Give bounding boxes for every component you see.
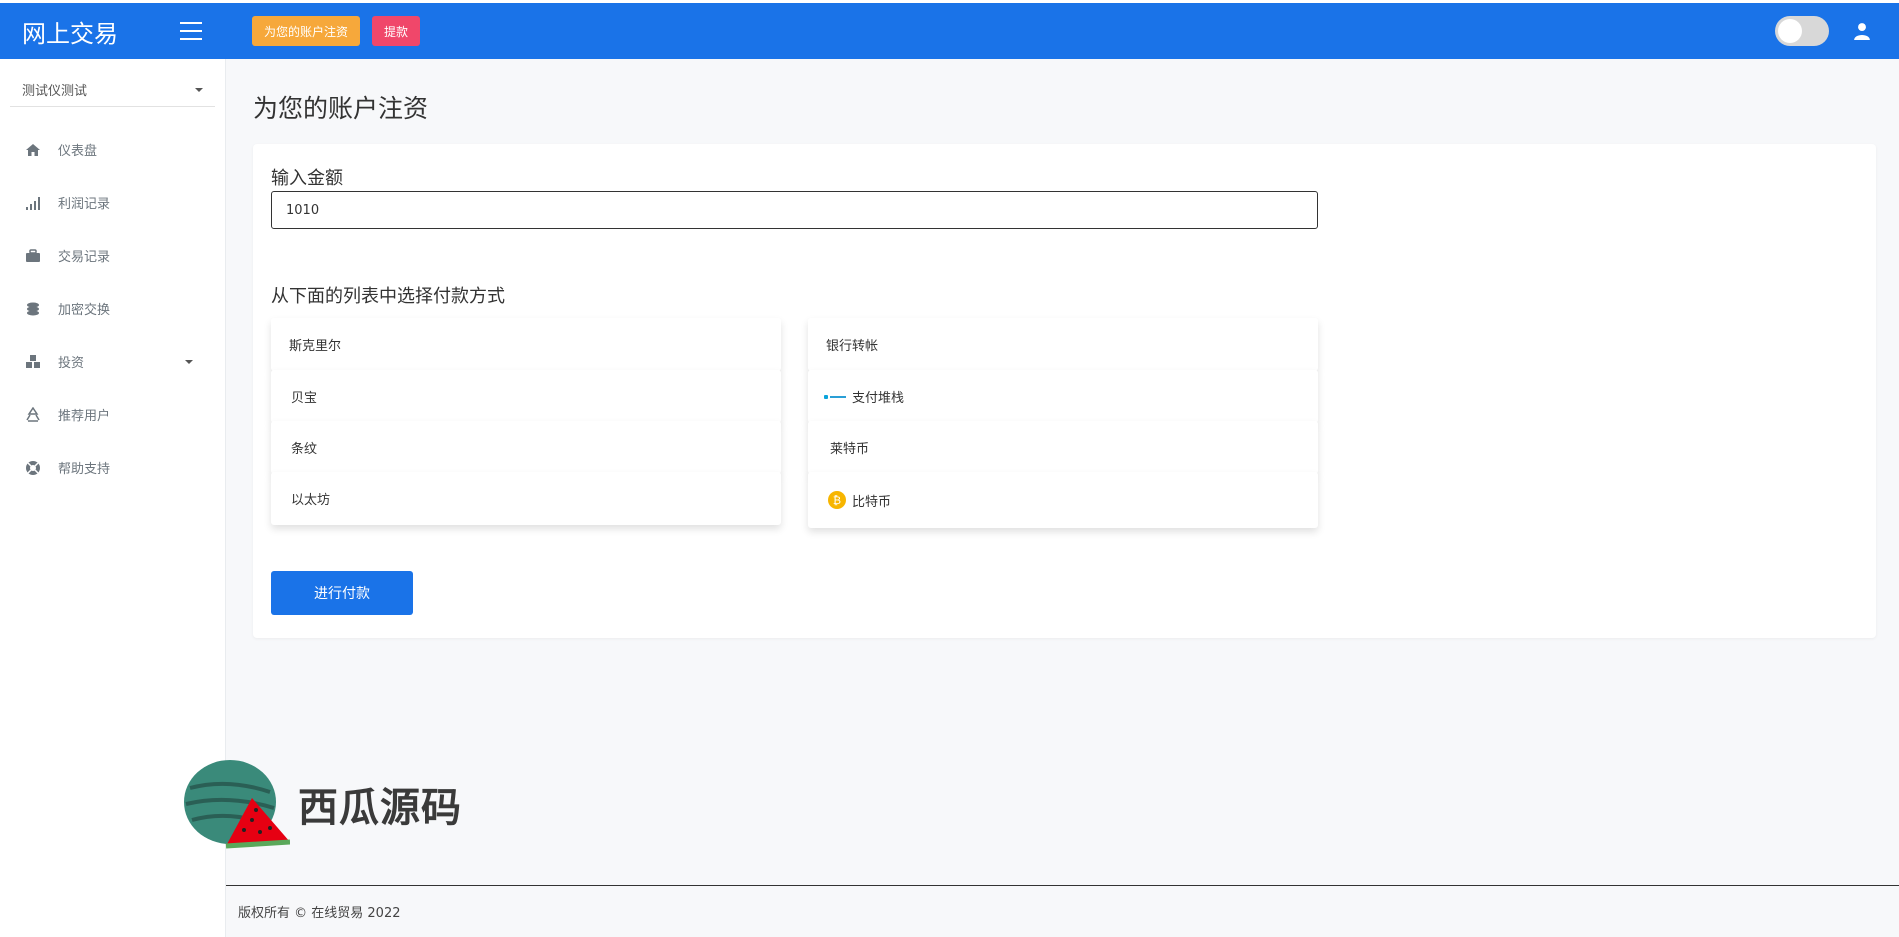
brand: 网上交易 bbox=[0, 3, 226, 59]
user-icon[interactable] bbox=[1853, 22, 1871, 40]
payment-option-paystack[interactable]: 支付堆栈 bbox=[808, 370, 1318, 423]
sidebar-item-label: 加密交换 bbox=[58, 303, 111, 318]
amount-input[interactable] bbox=[271, 191, 1318, 229]
sidebar-item-crypto-exchange[interactable]: 加密交换 bbox=[0, 282, 225, 335]
payment-option-bitcoin[interactable]: ₿ 比特币 bbox=[808, 472, 1318, 528]
sidebar-item-transactions[interactable]: 交易记录 bbox=[0, 229, 225, 282]
copyright-text: 版权所有 © 在线贸易 2022 bbox=[238, 906, 401, 921]
signal-bars-icon bbox=[24, 194, 42, 212]
footer: 版权所有 © 在线贸易 2022 bbox=[226, 885, 1899, 937]
deposit-card: 输入金额 从下面的列表中选择付款方式 斯克里尔 贝宝 条纹 以太坊 银行转帐 支… bbox=[253, 144, 1876, 638]
sidebar-item-label: 帮助支持 bbox=[58, 462, 111, 477]
payment-option-label: 贝宝 bbox=[291, 391, 318, 406]
watermark-text: 西瓜源码 bbox=[298, 785, 462, 831]
sidebar-item-investment[interactable]: 投资 bbox=[0, 335, 225, 388]
brand-title[interactable]: 网上交易 bbox=[22, 14, 118, 49]
payment-method-label: 从下面的列表中选择付款方式 bbox=[271, 286, 505, 307]
watermelon-logo-icon bbox=[184, 760, 290, 849]
payment-option-label: 银行转帐 bbox=[826, 339, 879, 354]
payment-option-stripe[interactable]: 条纹 bbox=[271, 421, 781, 474]
bitcoin-icon: ₿ bbox=[828, 491, 846, 509]
chevron-down-icon bbox=[195, 87, 203, 92]
paystack-logo-icon bbox=[824, 394, 846, 400]
sidebar-item-label: 交易记录 bbox=[58, 250, 111, 265]
payment-option-paypal[interactable]: 贝宝 bbox=[271, 370, 781, 423]
payment-option-label: 斯克里尔 bbox=[289, 339, 342, 354]
amount-label: 输入金额 bbox=[271, 168, 343, 189]
payment-option-label: 条纹 bbox=[291, 442, 318, 457]
briefcase-icon bbox=[24, 247, 42, 265]
sidebar-item-dashboard[interactable]: 仪表盘 bbox=[0, 123, 225, 176]
account-switcher[interactable]: 测试仪测试 bbox=[10, 73, 215, 107]
payment-option-litecoin[interactable]: 莱特币 bbox=[808, 421, 1318, 474]
payment-option-label: 比特币 bbox=[852, 494, 892, 510]
payment-option-bank-transfer[interactable]: 银行转帐 bbox=[808, 318, 1318, 371]
main-content: 为您的账户注资 输入金额 从下面的列表中选择付款方式 斯克里尔 贝宝 条纹 以太… bbox=[226, 59, 1899, 885]
account-name: 测试仪测试 bbox=[22, 84, 88, 99]
watermark: 西瓜源码 bbox=[178, 758, 462, 850]
page-title: 为您的账户注资 bbox=[253, 94, 429, 123]
withdraw-button[interactable]: 提款 bbox=[372, 16, 421, 46]
sidebar-menu: 仪表盘 利润记录 交易记录 加密交换 投资 推荐用户 帮助支持 bbox=[0, 123, 225, 494]
deposit-button[interactable]: 为您的账户注资 bbox=[252, 16, 361, 46]
hamburger-menu-icon[interactable] bbox=[180, 22, 202, 40]
home-icon bbox=[24, 141, 42, 159]
sidebar-item-support[interactable]: 帮助支持 bbox=[0, 441, 225, 494]
payment-option-skrill[interactable]: 斯克里尔 bbox=[271, 318, 781, 371]
payment-option-label: 支付堆栈 bbox=[852, 391, 905, 406]
lifebuoy-icon bbox=[24, 459, 42, 477]
sidebar-item-referrals[interactable]: 推荐用户 bbox=[0, 388, 225, 441]
payment-option-ethereum[interactable]: 以太坊 bbox=[271, 472, 781, 525]
theme-toggle[interactable] bbox=[1775, 16, 1829, 46]
recycle-icon bbox=[24, 406, 42, 424]
sidebar-item-profit-records[interactable]: 利润记录 bbox=[0, 176, 225, 229]
sidebar-item-label: 仪表盘 bbox=[58, 144, 98, 159]
svg-text:₿: ₿ bbox=[833, 494, 841, 507]
chevron-down-icon bbox=[185, 359, 193, 364]
coins-icon bbox=[24, 300, 42, 318]
sidebar-item-label: 推荐用户 bbox=[58, 409, 111, 424]
payment-option-label: 以太坊 bbox=[291, 493, 331, 508]
cubes-icon bbox=[24, 353, 42, 371]
top-navbar: 网上交易 为您的账户注资 提款 bbox=[0, 3, 1899, 59]
make-payment-button[interactable]: 进行付款 bbox=[271, 571, 413, 615]
navbar-right bbox=[1775, 16, 1899, 46]
sidebar-item-label: 投资 bbox=[58, 356, 85, 371]
payment-option-label: 莱特币 bbox=[830, 442, 870, 457]
sidebar-item-label: 利润记录 bbox=[58, 197, 111, 212]
